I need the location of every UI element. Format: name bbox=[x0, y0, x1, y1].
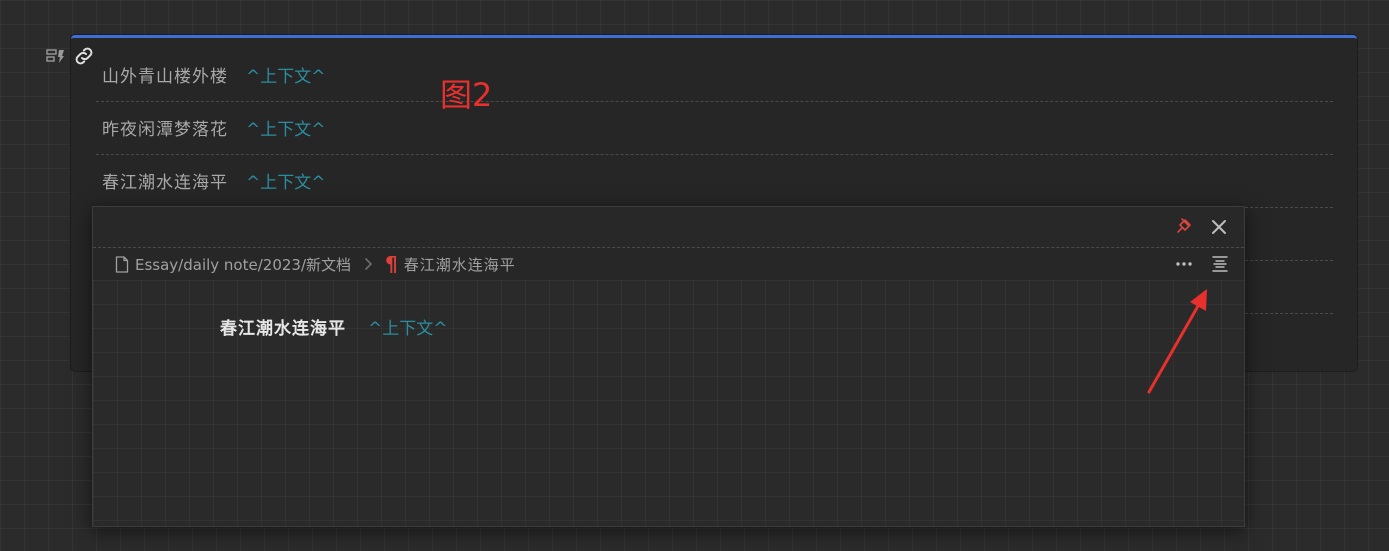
popover-content[interactable]: 春江潮水连海平 ^上下文^ bbox=[93, 280, 1244, 526]
file-icon bbox=[115, 255, 129, 273]
card-row[interactable]: 昨夜闲潭梦落花 ^上下文^ bbox=[96, 101, 1333, 155]
more-horizontal-icon[interactable] bbox=[1174, 256, 1194, 272]
breadcrumb-block[interactable]: 春江潮水连海平 bbox=[404, 254, 516, 275]
paragraph-icon: ¶ bbox=[385, 252, 398, 276]
annotation-arrow-icon bbox=[1147, 289, 1207, 394]
block-ref-link[interactable]: ^上下文^ bbox=[246, 115, 326, 140]
block-ref-link[interactable]: ^上下文^ bbox=[246, 168, 326, 193]
popover-titlebar bbox=[93, 207, 1244, 248]
pin-icon[interactable] bbox=[1174, 216, 1194, 236]
row-text: 山外青山楼外楼 bbox=[102, 67, 228, 87]
row-text: 昨夜闲潭梦落花 bbox=[102, 120, 228, 140]
preview-line: 春江潮水连海平 ^上下文^ bbox=[220, 314, 448, 339]
chevron-right-icon bbox=[365, 258, 373, 270]
close-icon[interactable] bbox=[1208, 216, 1230, 238]
breadcrumb-file-path[interactable]: Essay/daily note/2023/新文档 bbox=[135, 254, 351, 275]
preview-text: 春江潮水连海平 bbox=[220, 319, 346, 339]
card-row[interactable]: 山外青山楼外楼 ^上下文^ bbox=[96, 48, 1333, 102]
canvas-node-icon[interactable] bbox=[46, 48, 66, 64]
block-ref-link[interactable]: ^上下文^ bbox=[368, 314, 448, 339]
link-icon[interactable] bbox=[72, 44, 96, 68]
align-center-icon[interactable] bbox=[1210, 254, 1230, 274]
hover-preview-popover[interactable]: Essay/daily note/2023/新文档 ¶ 春江潮水连海平 春江潮水… bbox=[92, 206, 1245, 527]
breadcrumb: Essay/daily note/2023/新文档 ¶ 春江潮水连海平 bbox=[93, 248, 1244, 280]
block-ref-link[interactable]: ^上下文^ bbox=[246, 62, 326, 87]
annotation-label: 图2 bbox=[440, 76, 493, 114]
row-text: 春江潮水连海平 bbox=[102, 173, 228, 193]
card-row[interactable]: 春江潮水连海平 ^上下文^ bbox=[96, 154, 1333, 208]
